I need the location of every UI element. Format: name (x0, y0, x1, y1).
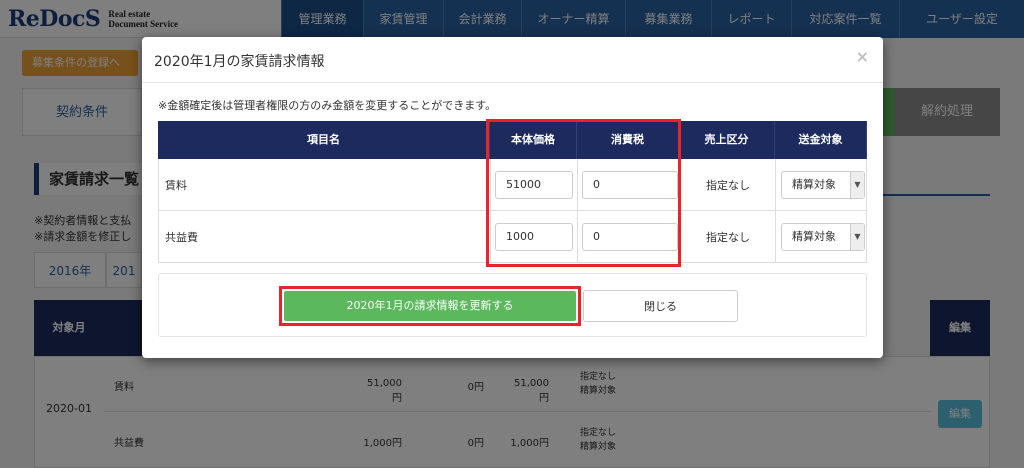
modal-divider (142, 82, 883, 83)
header-sales-class: 売上区分 (679, 121, 775, 159)
remit-target-value: 精算対象 (792, 178, 836, 191)
chevron-down-icon: ▼ (850, 172, 864, 198)
price-tax-highlight (486, 119, 681, 267)
sales-class-value: 指定なし (706, 231, 750, 244)
row-item-name: 共益費 (165, 231, 198, 244)
close-icon[interactable]: × (856, 47, 869, 66)
remit-target-select[interactable]: 精算対象 ▼ (781, 171, 865, 199)
header-remit-target: 送金対象 (775, 121, 867, 159)
row-item-name: 賃料 (165, 179, 187, 192)
remit-target-select[interactable]: 精算対象 ▼ (781, 223, 865, 251)
close-button[interactable]: 閉じる (583, 290, 738, 322)
remit-target-value: 精算対象 (792, 230, 836, 243)
sales-class-value: 指定なし (706, 179, 750, 192)
header-item-name: 項目名 (158, 121, 490, 159)
update-billing-button[interactable]: 2020年1月の請求情報を更新する (284, 291, 576, 321)
chevron-down-icon: ▼ (850, 224, 864, 250)
modal-title: 2020年1月の家賃請求情報 (154, 54, 325, 70)
modal-note: ※金額確定後は管理者権限の方のみ金額を変更することができます。 (158, 99, 497, 112)
